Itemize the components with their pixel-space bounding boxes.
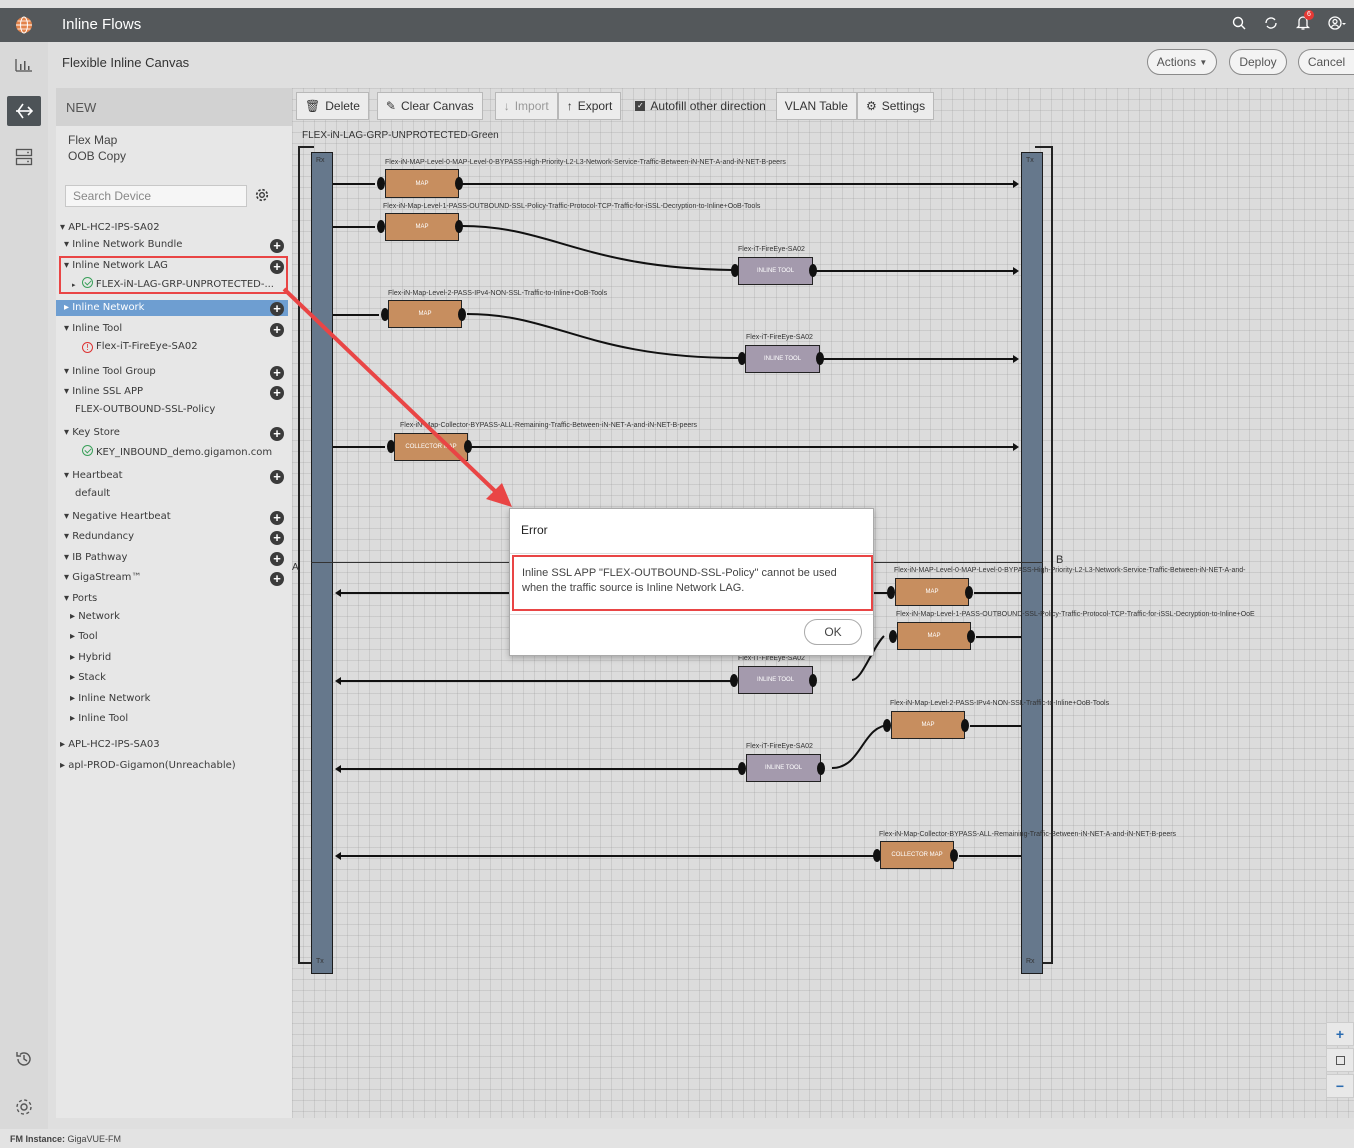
dialog-title: Error (521, 523, 548, 537)
footer-instance: GigaVUE-FM (67, 1134, 122, 1144)
message-callout-box (512, 555, 873, 611)
footer-label: FM Instance: (10, 1134, 66, 1144)
footer: FM Instance: GigaVUE-FM (0, 1129, 1354, 1148)
error-dialog: Error Inline SSL APP "FLEX-OUTBOUND-SSL-… (509, 508, 874, 656)
ok-button[interactable]: OK (804, 619, 862, 645)
